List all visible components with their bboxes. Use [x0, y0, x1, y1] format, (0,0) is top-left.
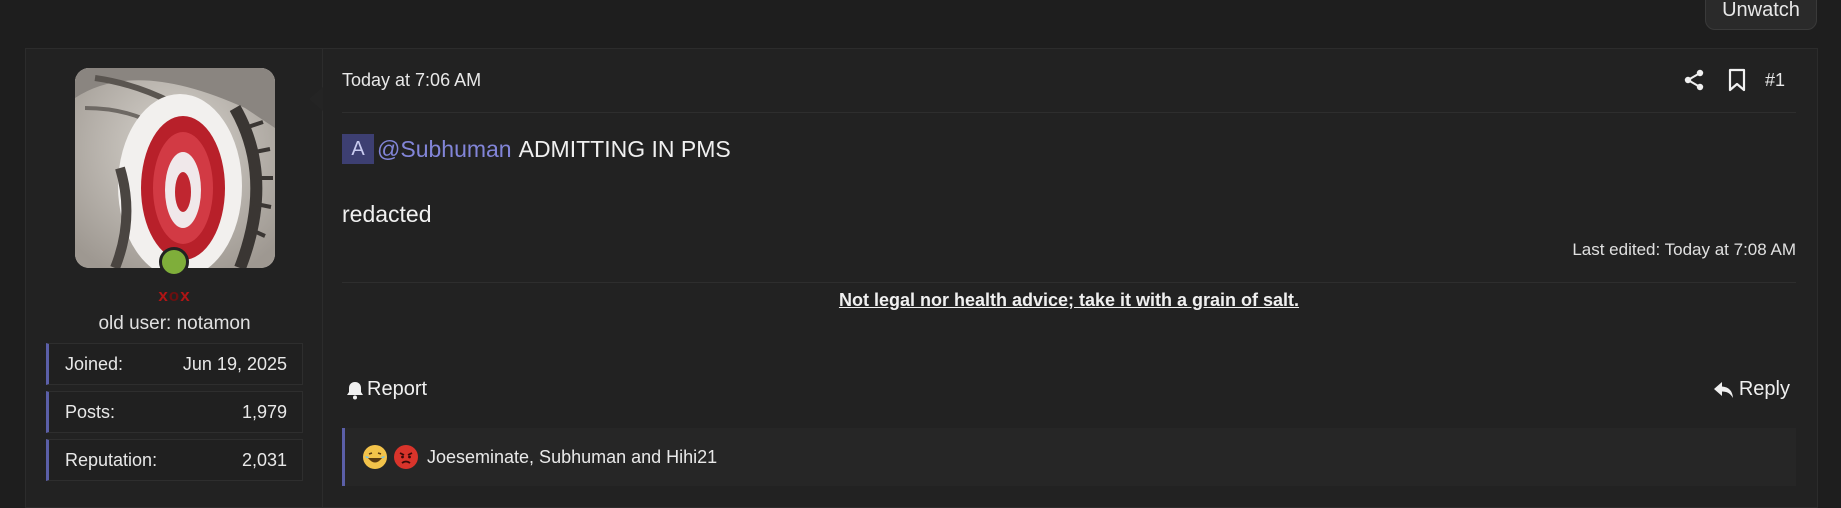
stat-value: 1,979 [241, 401, 287, 422]
stat-label: Joined: [65, 353, 124, 374]
laughing-emoji-icon [363, 445, 387, 469]
post-main: Today at 7:06 AM #1 A @Subhuman ADMITTIN… [342, 49, 1802, 507]
user-mention-link[interactable]: @Subhuman [377, 136, 512, 163]
post-author-panel: xox old user: notamon Joined: Jun 19, 20… [26, 49, 323, 507]
bookmark-icon[interactable] [1726, 68, 1748, 92]
post-header: Today at 7:06 AM #1 [342, 49, 1796, 113]
post-text: redacted [342, 201, 432, 227]
username-char: x [158, 286, 169, 305]
post-number-link[interactable]: #1 [1765, 70, 1785, 91]
post-text: ADMITTING IN PMS [518, 135, 731, 162]
report-button[interactable]: Report [346, 378, 427, 401]
reply-label: Reply [1738, 378, 1790, 400]
signature-divider [342, 282, 1796, 283]
stat-label: Reputation: [65, 449, 158, 470]
reactions-bar[interactable]: Joeseminate, Subhuman and Hihi21 [342, 428, 1796, 486]
post-arrow [309, 87, 323, 111]
last-edited[interactable]: Last edited: Today at 7:08 AM [1572, 240, 1796, 260]
username-char: o [168, 286, 181, 305]
username[interactable]: xox [26, 286, 323, 306]
stat-value: 2,031 [241, 449, 287, 470]
bell-icon [346, 380, 364, 400]
user-title: old user: notamon [98, 313, 251, 334]
stat-reputation: Reputation: 2,031 [46, 439, 303, 481]
unwatch-button[interactable]: Unwatch [1705, 0, 1817, 30]
avatar[interactable] [75, 68, 275, 268]
share-icon[interactable] [1682, 68, 1706, 92]
post-body-line: A @Subhuman ADMITTING IN PMS [342, 134, 731, 164]
signature: Not legal nor health advice; take it wit… [838, 290, 1300, 310]
online-status-indicator [159, 247, 189, 277]
badge: A [342, 134, 374, 164]
reply-icon [1713, 380, 1735, 400]
report-label: Report [367, 378, 428, 400]
stat-joined: Joined: Jun 19, 2025 [46, 343, 303, 385]
angry-emoji-icon [394, 445, 418, 469]
reaction-users-link[interactable]: Joeseminate, Subhuman and Hihi21 [427, 447, 717, 468]
stat-value: Jun 19, 2025 [182, 353, 287, 374]
username-char: x [180, 286, 191, 305]
stat-label: Posts: [65, 401, 116, 422]
post-container: xox old user: notamon Joined: Jun 19, 20… [25, 48, 1818, 508]
reply-button[interactable]: Reply [1713, 378, 1790, 401]
stat-posts: Posts: 1,979 [46, 391, 303, 433]
post-timestamp[interactable]: Today at 7:06 AM [342, 70, 481, 91]
